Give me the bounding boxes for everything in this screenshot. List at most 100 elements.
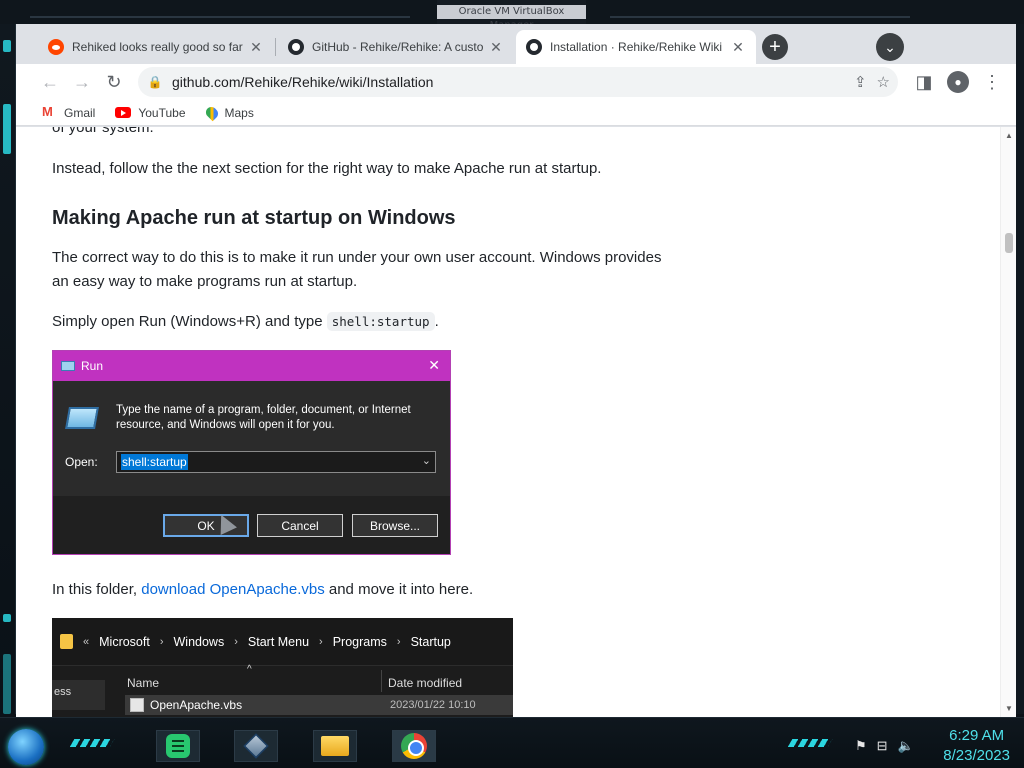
tab-title: GitHub - Rehike/Rehike: A custo <box>312 40 484 54</box>
frame-right-rail <box>1016 24 1024 714</box>
start-button[interactable] <box>8 729 44 765</box>
section-heading: Making Apache run at startup on Windows <box>52 207 456 229</box>
page-content: of your system. Instead, follow the the … <box>16 127 1016 717</box>
github-icon <box>288 39 304 55</box>
file-date: 2023/01/22 10:10 <box>390 699 476 711</box>
file-name: OpenApache.vbs <box>150 698 243 712</box>
share-icon[interactable]: ⇪ <box>854 73 867 91</box>
folder-icon <box>321 736 349 756</box>
tab-github[interactable]: GitHub - Rehike/Rehike: A custo ✕ <box>278 30 514 64</box>
paragraph: In this folder, download OpenApache.vbs … <box>52 578 473 602</box>
scroll-up-icon[interactable]: ▲ <box>1005 131 1013 140</box>
reload-icon: ↻ <box>106 71 122 92</box>
breadcrumb-item: Windows <box>173 634 225 649</box>
scroll-thumb[interactable] <box>1005 233 1013 253</box>
tab-title: Rehiked looks really good so far <box>72 40 243 54</box>
bookmark-youtube[interactable]: YouTube <box>115 105 186 120</box>
paragraph-text: and move it into here. <box>328 581 474 598</box>
download-link[interactable]: download OpenApache.vbs <box>141 581 324 598</box>
run-description: Type the name of a program, folder, docu… <box>116 404 411 431</box>
breadcrumb-item: Startup <box>410 634 451 649</box>
nav-item: ess <box>54 686 72 698</box>
frame-left-rail <box>0 24 16 714</box>
bookmark-maps[interactable]: Maps <box>203 104 254 121</box>
new-tab-button[interactable]: + <box>761 33 789 61</box>
chevron-down-icon: ⌄ <box>421 455 431 467</box>
rail-glow <box>3 654 11 714</box>
reload-button[interactable]: ↻ <box>98 66 130 98</box>
bookmark-label: YouTube <box>138 105 186 120</box>
bookmark-label: Maps <box>224 105 254 120</box>
run-dialog-screenshot: Run ✕ Type the name of a program, folder… <box>52 350 451 555</box>
avatar: ● <box>947 71 969 93</box>
volume-icon[interactable]: 🔈 <box>898 738 914 754</box>
sort-up-icon: ^ <box>247 664 252 675</box>
star-icon[interactable]: ☆ <box>877 73 890 91</box>
clock[interactable]: 6:29 AM 8/23/2023 <box>943 726 1010 766</box>
lock-icon: 🔒 <box>147 75 163 89</box>
close-icon[interactable]: ✕ <box>730 39 746 55</box>
rail-glow <box>3 104 11 154</box>
taskbar-app-virtualbox[interactable] <box>234 730 278 762</box>
menu-button[interactable]: ⋮ <box>976 66 1008 98</box>
arrow-left-icon: ← <box>41 71 59 92</box>
tab-reddit[interactable]: Rehiked looks really good so far ✕ <box>38 30 274 64</box>
rail-glow <box>3 614 11 622</box>
back-button[interactable]: ← <box>34 66 66 98</box>
network-icon[interactable]: ⊟ <box>877 738 888 754</box>
run-open-label: Open: <box>65 455 98 469</box>
address-bar[interactable]: 🔒 github.com/Rehike/Rehike/wiki/Installa… <box>138 67 898 97</box>
run-titlebar: Run ✕ <box>53 351 450 381</box>
close-icon[interactable]: ✕ <box>488 39 504 55</box>
paragraph-text: Simply open Run (Windows+R) and type <box>52 313 323 330</box>
maps-icon <box>203 104 220 121</box>
profile-button[interactable]: ● <box>942 66 974 98</box>
browser-toolbar: ← → ↻ 🔒 github.com/Rehike/Rehike/wiki/In… <box>16 64 1016 100</box>
vbs-file-icon <box>130 698 144 712</box>
tab-search-button[interactable]: ⌄ <box>876 33 904 61</box>
gmail-icon <box>42 104 57 119</box>
paragraph-line: The correct way to do this is to make it… <box>52 249 662 266</box>
paragraph: Instead, follow the the next section for… <box>52 160 602 177</box>
column-divider <box>381 670 382 692</box>
frame-top-right <box>586 0 1024 24</box>
notes-app-icon <box>166 734 190 758</box>
forward-button[interactable]: → <box>66 66 98 98</box>
page-scrollbar[interactable]: ▲ ▼ <box>1000 127 1016 717</box>
arrow-right-icon: → <box>73 71 91 92</box>
taskbar-deco <box>69 739 115 747</box>
close-icon[interactable]: ✕ <box>248 39 264 55</box>
run-title: Run <box>81 359 104 373</box>
bookmark-gmail[interactable]: Gmail <box>42 104 96 120</box>
tab-title: Installation · Rehike/Rehike Wiki <box>550 40 723 54</box>
taskbar-app-explorer[interactable] <box>313 730 357 762</box>
flag-icon[interactable]: ⚑ <box>855 738 867 754</box>
chrome-icon <box>401 733 427 759</box>
url-text: github.com/Rehike/Rehike/wiki/Installati… <box>172 74 434 90</box>
tab-installation[interactable]: Installation · Rehike/Rehike Wiki ✕ <box>516 30 756 64</box>
browser-window: Rehiked looks really good so far ✕ GitHu… <box>16 24 1016 717</box>
taskbar-deco <box>787 739 833 747</box>
taskbar-app-chrome[interactable] <box>392 730 436 762</box>
explorer-breadcrumb: « Microsoft › Windows › Start Menu › Pro… <box>52 618 513 666</box>
bookmark-label: Gmail <box>64 105 96 120</box>
system-tray: ⚑ ⊟ 🔈 <box>855 738 914 754</box>
chevron-down-icon: ⌄ <box>884 38 896 55</box>
explorer-screenshot: « Microsoft › Windows › Start Menu › Pro… <box>52 618 513 717</box>
github-icon <box>526 39 542 55</box>
taskbar-app-notes[interactable] <box>156 730 200 762</box>
paragraph-text: In this folder, <box>52 581 138 598</box>
clock-date: 8/23/2023 <box>943 747 1010 764</box>
reddit-icon <box>48 39 64 55</box>
youtube-icon <box>115 107 132 118</box>
tab-strip: Rehiked looks really good so far ✕ GitHu… <box>16 24 1016 64</box>
virtualbox-icon <box>243 733 269 759</box>
chevron-right-icon: › <box>319 635 323 648</box>
breadcrumb-item: Start Menu <box>247 634 310 649</box>
side-panel-button[interactable]: ◨ <box>908 66 940 98</box>
paragraph-line: an easy way to make programs run at star… <box>52 273 358 290</box>
scroll-down-icon[interactable]: ▼ <box>1005 704 1013 713</box>
breadcrumb-chevron: « <box>83 635 90 648</box>
frame-top-left <box>0 0 437 24</box>
omnibox-actions: ⇪ ☆ <box>854 67 890 97</box>
